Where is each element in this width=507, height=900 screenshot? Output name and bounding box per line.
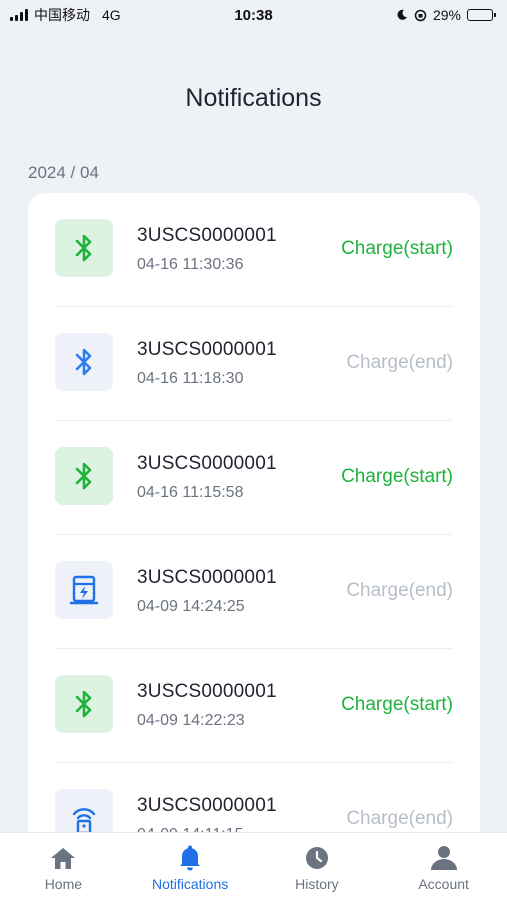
bell-icon — [178, 845, 202, 871]
tab-label: Home — [44, 876, 83, 892]
event-label: Charge(end) — [346, 580, 453, 601]
moon-icon — [397, 9, 407, 20]
status-right: 29% — [396, 7, 496, 23]
notification-item[interactable]: 3USCS0000001 04-09 14:24:25 Charge(end) — [55, 535, 453, 649]
device-id: 3USCS0000001 — [137, 681, 277, 702]
clock-icon — [305, 845, 329, 871]
tab-label: Account — [418, 876, 469, 892]
bluetooth-icon — [55, 675, 113, 733]
notification-item[interactable]: 3USCS0000001 04-09 14:22:23 Charge(start… — [55, 649, 453, 763]
bluetooth-icon — [55, 333, 113, 391]
tab-bar: Home Notifications History Account — [0, 832, 507, 900]
user-icon — [430, 845, 458, 871]
carrier-label: 中国移动 — [34, 7, 90, 23]
status-bar: 中国移动 4G 10:38 29% — [0, 0, 507, 30]
device-id: 3USCS0000001 — [137, 339, 277, 360]
tab-notifications[interactable]: Notifications — [127, 833, 254, 900]
tab-history[interactable]: History — [254, 833, 381, 900]
notification-item[interactable]: 3USCS0000001 04-16 11:30:36 Charge(start… — [55, 193, 453, 307]
network-label: 4G — [102, 7, 121, 23]
home-icon — [50, 845, 76, 871]
battery-percent: 29% — [432, 7, 461, 23]
notification-item[interactable]: 3USCS0000001 04-16 11:18:30 Charge(end) — [55, 307, 453, 421]
device-id: 3USCS0000001 — [137, 567, 277, 588]
status-left: 中国移动 4G — [10, 5, 121, 25]
device-id: 3USCS0000001 — [137, 795, 277, 816]
notification-item[interactable]: 3USCS0000001 04-16 11:15:58 Charge(start… — [55, 421, 453, 535]
device-id: 3USCS0000001 — [137, 225, 277, 246]
bluetooth-icon — [55, 219, 113, 277]
device-id: 3USCS0000001 — [137, 453, 277, 474]
charger-icon — [55, 561, 113, 619]
tab-label: History — [295, 876, 339, 892]
notification-timestamp: 04-16 11:18:30 — [137, 370, 244, 387]
notification-timestamp: 04-09 14:22:23 — [137, 712, 245, 729]
event-label: Charge(start) — [341, 238, 453, 259]
month-label: 2024 / 04 — [28, 163, 99, 182]
signal-icon — [10, 9, 28, 21]
page-title: Notifications — [185, 84, 322, 112]
bluetooth-icon — [55, 447, 113, 505]
orientation-lock-icon — [414, 9, 427, 21]
event-label: Charge(start) — [341, 466, 453, 487]
status-time: 10:38 — [234, 6, 273, 24]
notification-timestamp: 04-16 11:30:36 — [137, 256, 244, 273]
event-label: Charge(end) — [346, 352, 453, 373]
tab-label: Notifications — [151, 876, 229, 892]
event-label: Charge(start) — [341, 694, 453, 715]
notification-timestamp: 04-16 11:15:58 — [137, 484, 244, 501]
notification-timestamp: 04-09 14:24:25 — [137, 598, 245, 615]
battery-icon — [467, 9, 496, 21]
notifications-list: 3USCS0000001 04-16 11:30:36 Charge(start… — [28, 193, 480, 853]
tab-account[interactable]: Account — [380, 833, 507, 900]
tab-home[interactable]: Home — [0, 833, 127, 900]
event-label: Charge(end) — [346, 808, 453, 829]
